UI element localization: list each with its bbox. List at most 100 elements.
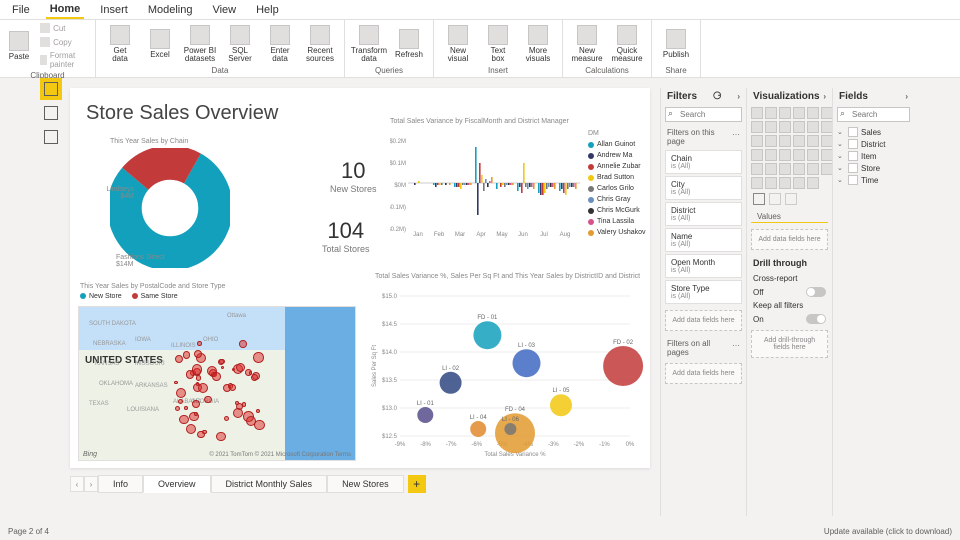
map-bubble[interactable] (229, 384, 236, 391)
viz-type-9[interactable] (793, 121, 805, 133)
viz-type-3[interactable] (793, 107, 805, 119)
data-view-button[interactable] (40, 102, 62, 124)
viz-type-19[interactable] (765, 149, 777, 161)
ribbon-insert-btn-1[interactable]: Textbox (480, 23, 516, 65)
menu-view[interactable]: View (208, 2, 240, 18)
filter-card-city[interactable]: Cityis (All) (665, 176, 742, 200)
viz-type-20[interactable] (779, 149, 791, 161)
viz-type-33[interactable] (793, 177, 805, 189)
map-bubble[interactable] (197, 431, 204, 438)
add-page-button[interactable]: + (408, 475, 426, 493)
viz-type-13[interactable] (765, 135, 777, 147)
viz-type-28[interactable] (807, 163, 819, 175)
viz-type-0[interactable] (751, 107, 763, 119)
menu-help[interactable]: Help (252, 2, 283, 18)
map-bubble[interactable] (253, 352, 263, 362)
map-bubble[interactable] (204, 396, 211, 403)
viz-type-2[interactable] (779, 107, 791, 119)
viz-format-tab-icon[interactable] (769, 193, 781, 205)
keep-filters-toggle[interactable] (806, 314, 826, 324)
viz-type-22[interactable] (807, 149, 819, 161)
paste-button[interactable]: Paste (6, 25, 32, 67)
page-tab-district-monthly-sales[interactable]: District Monthly Sales (211, 475, 328, 493)
viz-type-8[interactable] (779, 121, 791, 133)
viz-collapse-button[interactable]: › (823, 92, 826, 101)
viz-type-30[interactable] (751, 177, 763, 189)
map-bubble[interactable] (194, 412, 198, 416)
viz-type-6[interactable] (751, 121, 763, 133)
viz-type-18[interactable] (751, 149, 763, 161)
map-bubble[interactable] (224, 416, 229, 421)
viz-type-12[interactable] (751, 135, 763, 147)
viz-type-21[interactable] (793, 149, 805, 161)
ribbon-data-btn-3[interactable]: SQLServer (222, 23, 258, 65)
kpi-total-stores[interactable]: 104 Total Stores (322, 218, 370, 254)
map-bubble[interactable] (251, 374, 258, 381)
ribbon-data-btn-5[interactable]: Recentsources (302, 23, 338, 65)
filter-card-district[interactable]: Districtis (All) (665, 202, 742, 226)
field-table-district[interactable]: ⌄District (837, 138, 910, 150)
map-bubble[interactable] (175, 406, 180, 411)
ribbon-queries-btn-0[interactable]: Transformdata (351, 23, 387, 65)
map-bubble[interactable] (233, 408, 243, 418)
map-bubble[interactable] (197, 341, 201, 345)
viz-type-24[interactable] (751, 163, 763, 175)
filter-card-store-type[interactable]: Store Typeis (All) (665, 280, 742, 304)
map-bubble[interactable] (239, 340, 247, 348)
map-bubble[interactable] (219, 359, 225, 365)
map-bubble[interactable] (212, 372, 221, 381)
filters-search-input[interactable] (665, 107, 742, 122)
report-canvas[interactable]: Store Sales Overview This Year Sales by … (70, 88, 650, 468)
donut-chart[interactable] (110, 148, 230, 271)
field-table-item[interactable]: ⌄Item (837, 150, 910, 162)
fields-collapse-button[interactable]: › (905, 92, 908, 101)
field-table-sales[interactable]: ⌄Sales (837, 126, 910, 138)
menu-modeling[interactable]: Modeling (144, 2, 197, 18)
filter-card-open-month[interactable]: Open Monthis (All) (665, 254, 742, 278)
viz-type-25[interactable] (765, 163, 777, 175)
legend-item[interactable]: Brad Sutton (588, 172, 646, 183)
menu-insert[interactable]: Insert (96, 2, 132, 18)
map-bubble[interactable] (183, 351, 190, 358)
legend-item[interactable]: Annelie Zubar (588, 161, 646, 172)
scatter-chart[interactable]: $15.0$14.5$14.0$13.5$13.0$12.5-9%-8%-7%-… (368, 288, 646, 458)
viz-type-14[interactable] (779, 135, 791, 147)
legend-item[interactable]: Chris Gray (588, 194, 646, 205)
format-painter-button[interactable]: Format painter (36, 50, 89, 70)
viz-type-4[interactable] (807, 107, 819, 119)
page-next-button[interactable]: › (84, 476, 98, 492)
viz-type-16[interactable] (807, 135, 819, 147)
menu-file[interactable]: File (8, 2, 34, 18)
viz-fields-tab-icon[interactable] (753, 193, 765, 205)
viz-type-26[interactable] (779, 163, 791, 175)
legend-item[interactable]: Allan Guinot (588, 139, 646, 150)
map-bubble[interactable] (242, 402, 246, 406)
map-bubble[interactable] (192, 364, 203, 375)
report-view-button[interactable] (40, 78, 62, 100)
fields-search-input[interactable] (837, 107, 910, 122)
viz-type-7[interactable] (765, 121, 777, 133)
menu-home[interactable]: Home (46, 1, 85, 19)
map-bubble[interactable] (194, 350, 202, 358)
viz-type-15[interactable] (793, 135, 805, 147)
page-tab-info[interactable]: Info (98, 475, 143, 493)
kpi-new-stores[interactable]: 10 New Stores (330, 158, 377, 194)
ribbon-insert-btn-2[interactable]: Morevisuals (520, 23, 556, 65)
map-bubble[interactable] (256, 409, 260, 413)
viz-analytics-tab-icon[interactable] (785, 193, 797, 205)
viz-values-well[interactable]: Add data fields here (751, 229, 828, 250)
ribbon-calc-btn-1[interactable]: Quickmeasure (609, 23, 645, 65)
filters-all-add-well[interactable]: Add data fields here (665, 363, 742, 384)
model-view-button[interactable] (40, 126, 62, 148)
map-bubble[interactable] (236, 363, 245, 372)
filter-card-name[interactable]: Nameis (All) (665, 228, 742, 252)
ribbon-calc-btn-0[interactable]: Newmeasure (569, 23, 605, 65)
map-bubble[interactable] (174, 381, 177, 384)
map-bubble[interactable] (175, 355, 183, 363)
viz-type-1[interactable] (765, 107, 777, 119)
viz-type-31[interactable] (765, 177, 777, 189)
page-tab-overview[interactable]: Overview (143, 475, 211, 493)
legend-item[interactable]: Tina Lassila (588, 216, 646, 227)
field-table-time[interactable]: ⌄Time (837, 174, 910, 186)
viz-drill-well[interactable]: Add drill-through fields here (751, 330, 828, 358)
